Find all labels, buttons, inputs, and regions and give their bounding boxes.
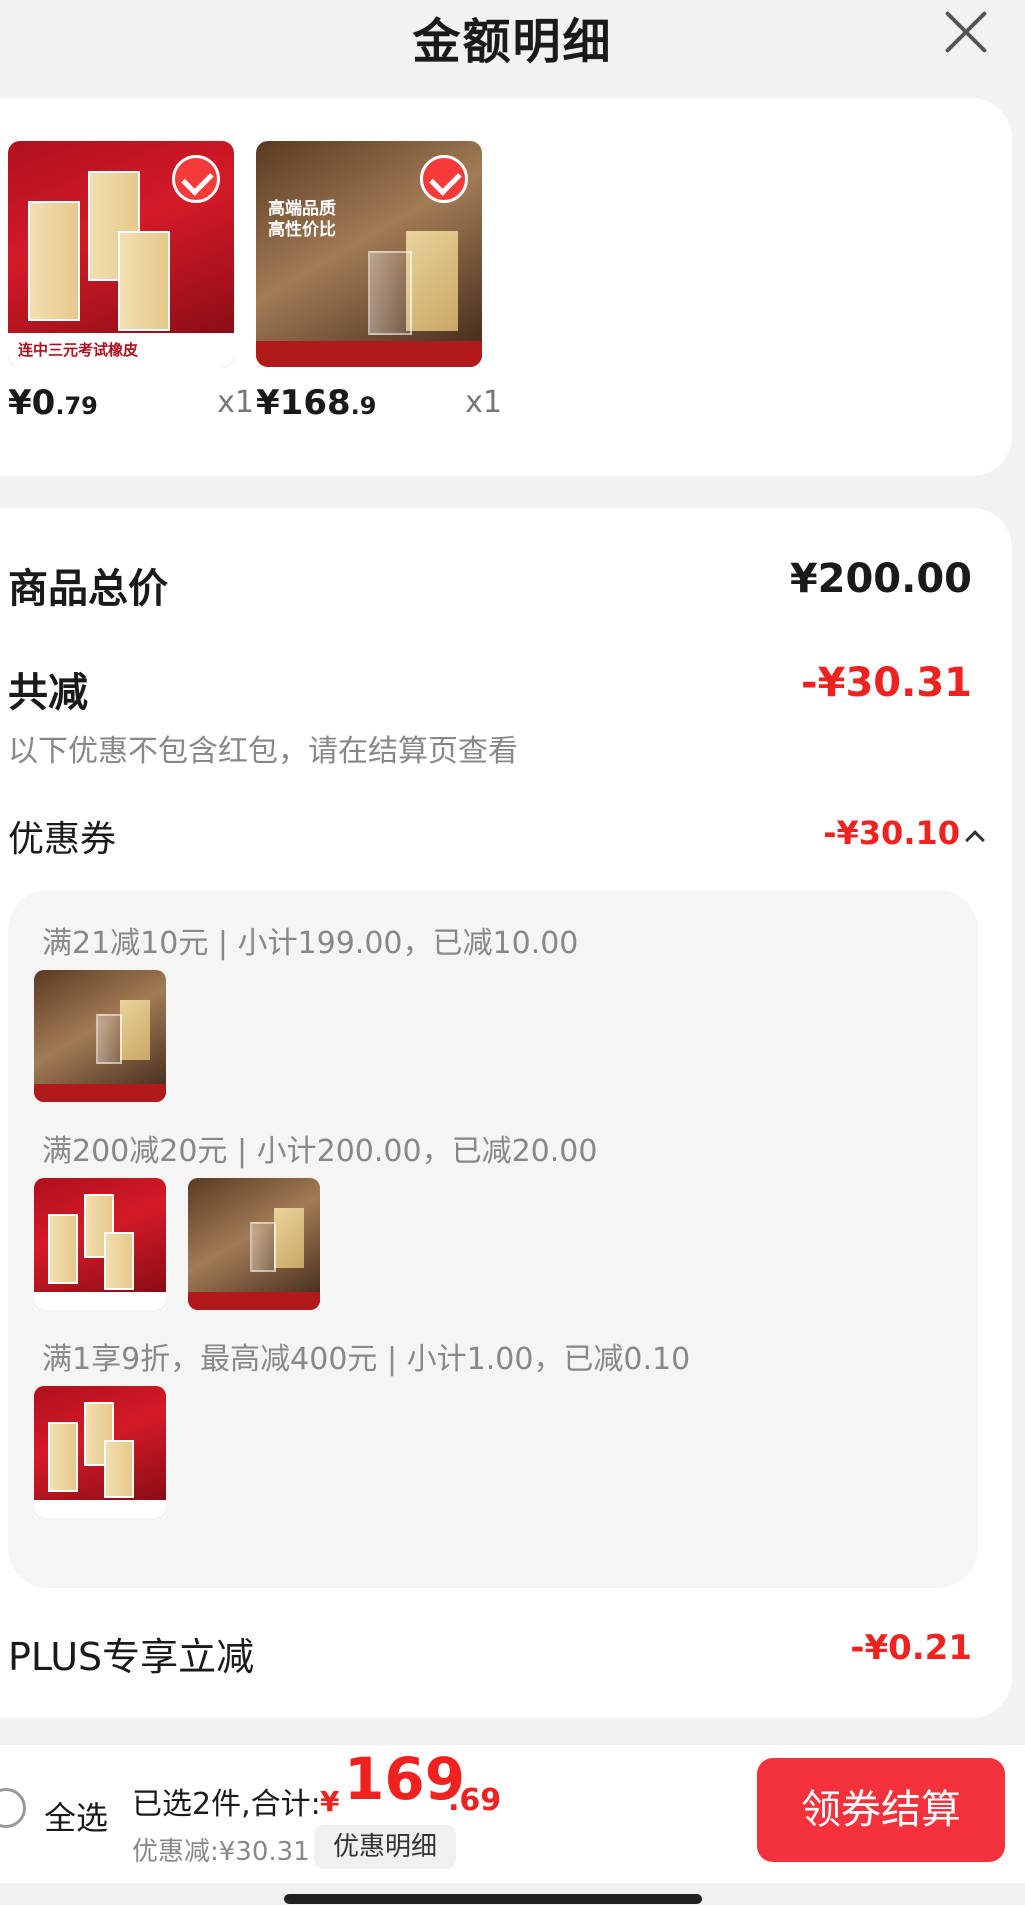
selected-check-icon[interactable] — [172, 155, 220, 203]
total-reduction-label: 共减 — [8, 670, 88, 716]
coupon-label[interactable]: 优惠券 — [8, 810, 116, 862]
product-price: ¥168.9 — [256, 383, 377, 423]
coupon-detail-box: 满21减10元 | 小计199.00，已减10.00 满200减20元 | 小计… — [8, 890, 978, 1588]
coupon-rule-line: 满1享9折，最高减400元 | 小计1.00，已减0.10 — [42, 1342, 691, 1377]
total-amount-decimal: .69 — [448, 1783, 502, 1818]
select-all-radio[interactable] — [0, 1788, 26, 1828]
coupon-rule-line: 满200减20元 | 小计200.00，已减20.00 — [42, 1134, 598, 1169]
total-price-label: 商品总价 — [8, 566, 168, 612]
checkout-button[interactable]: 领券结算 — [757, 1758, 1005, 1862]
plus-discount-value: -¥0.21 — [850, 1628, 972, 1668]
product-quantity: x1 — [465, 385, 502, 420]
coupon-product-thumbnail — [34, 970, 166, 1102]
home-indicator[interactable] — [284, 1894, 702, 1904]
thumb-caption: 连中三元考试橡皮 — [18, 341, 139, 359]
product-price: ¥0.79 — [8, 383, 98, 423]
thumb-caption: 高端品质 高性价比 — [268, 199, 336, 241]
product-thumbnail-liquor[interactable]: 高端品质 高性价比 — [256, 141, 482, 367]
coupon-product-thumbnail — [34, 1386, 166, 1518]
select-all-label[interactable]: 全选 — [44, 1793, 108, 1839]
currency-symbol: ¥ — [320, 1785, 340, 1818]
amount-summary-card: 商品总价 ¥200.00 共减 -¥30.31 以下优惠不包含红包，请在结算页查… — [0, 508, 1012, 1718]
checkout-bar: 全选 已选2件,合计: ¥ 169 .69 优惠减:¥30.31 优惠明细 领券… — [0, 1745, 1025, 1883]
page-title: 金额明细 — [412, 14, 613, 70]
total-price-value: ¥200.00 — [789, 556, 972, 602]
selected-check-icon[interactable] — [420, 155, 468, 203]
discount-detail-button[interactable]: 优惠明细 — [314, 1825, 456, 1869]
plus-discount-label: PLUS专享立减 — [8, 1635, 255, 1679]
selected-count-text: 已选2件,合计: — [132, 1787, 321, 1822]
header: 金额明细 — [0, 0, 1025, 70]
coupon-rule-line: 满21减10元 | 小计199.00，已减10.00 — [42, 926, 579, 961]
coupon-product-thumbnail — [188, 1178, 320, 1310]
coupon-value[interactable]: -¥30.10 — [823, 814, 960, 852]
total-amount-integer: 169 — [344, 1745, 466, 1813]
product-thumbnail-eraser[interactable]: 连中三元考试橡皮 — [8, 141, 234, 367]
chevron-up-icon[interactable] — [965, 830, 985, 850]
discount-summary: 优惠减:¥30.31 — [132, 1837, 310, 1867]
product-quantity: x1 — [217, 385, 254, 420]
close-icon[interactable] — [944, 10, 988, 54]
coupon-product-thumbnail — [34, 1178, 166, 1310]
total-reduction-value: -¥30.31 — [801, 660, 972, 706]
product-card: 连中三元考试橡皮 ¥0.79 x1 高端品质 高性价比 ¥168.9 x1 — [0, 98, 1012, 476]
reduction-note: 以下优惠不包含红包，请在结算页查看 — [8, 734, 518, 769]
